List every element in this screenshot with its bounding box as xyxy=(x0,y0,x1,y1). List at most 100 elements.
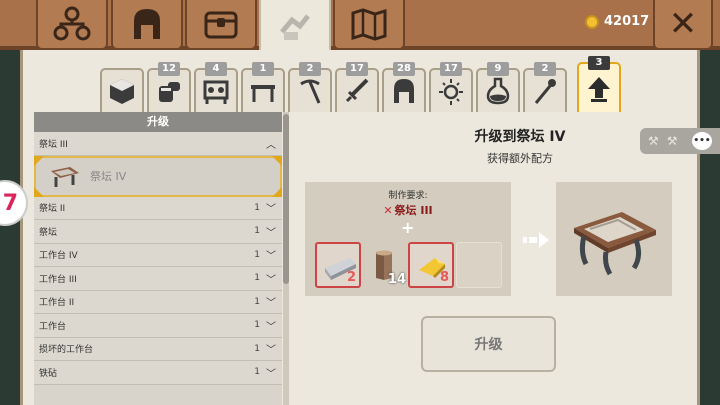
list-subitem-selected[interactable]: 祭坛 IV xyxy=(34,155,282,197)
chat-icon[interactable]: ••• xyxy=(692,132,712,150)
list-item-count: 1 xyxy=(254,343,260,354)
hammer-icon: ⚒ xyxy=(666,134,678,148)
workbench-icon xyxy=(203,80,229,104)
category-tab-tools[interactable]: 2 xyxy=(288,62,332,112)
requirements-box: 制作要求: ✕ 祭坛 III + 2 14 8 xyxy=(305,182,511,296)
plus-icon: + xyxy=(401,218,415,237)
list-item[interactable]: 祭坛 II 1 ﹀ xyxy=(34,196,282,220)
list-item[interactable]: 工作台 II 1 ﹀ xyxy=(34,290,282,314)
list-item[interactable]: 损坏的工作台 1 ﹀ xyxy=(34,337,282,361)
list-item-label: 祭坛 II xyxy=(39,204,66,215)
material-qty: 8 xyxy=(439,270,449,285)
helmet-icon xyxy=(394,79,414,103)
list-item-count: 1 xyxy=(254,367,260,378)
list-subitem-label: 祭坛 IV xyxy=(90,170,127,183)
category-badge: 1 xyxy=(252,62,274,76)
list-item-label: 工作台 xyxy=(39,321,67,332)
category-badge: 17 xyxy=(346,62,368,76)
crafting-icon xyxy=(280,14,310,40)
chest-icon xyxy=(204,11,238,39)
requirement-item: ✕ 祭坛 III xyxy=(305,202,511,218)
material-qty: 2 xyxy=(346,270,356,285)
category-tab-stations[interactable]: 4 xyxy=(194,62,238,112)
category-badge: 2 xyxy=(299,62,321,76)
arrow-right-icon xyxy=(523,232,549,248)
list-header: 升级 xyxy=(34,112,282,132)
requirement-item-label: 祭坛 III xyxy=(394,204,433,217)
category-badge: 12 xyxy=(158,62,180,76)
list-item-count: 1 xyxy=(254,296,260,307)
material-slot-wood-log[interactable]: 14 xyxy=(363,242,409,288)
list-item[interactable]: 祭坛 1 ﹀ xyxy=(34,220,282,244)
list-item-count: 1 xyxy=(254,249,260,260)
family-tree-icon xyxy=(53,6,91,41)
stone-icon xyxy=(159,82,180,102)
table-icon xyxy=(251,85,275,102)
category-tab-potions[interactable]: 9 xyxy=(476,62,520,112)
corner-marker-icon xyxy=(272,155,282,166)
category-tab-blocks[interactable] xyxy=(100,68,144,112)
list-item[interactable]: 工作台 IV 1 ﹀ xyxy=(34,243,282,267)
chevron-down-icon: ﹀ xyxy=(266,251,276,263)
list-item[interactable]: 工作台 III 1 ﹀ xyxy=(34,267,282,291)
category-tab-magic[interactable]: 17 xyxy=(429,62,473,112)
material-slot-empty xyxy=(456,242,502,288)
corner-marker-icon xyxy=(272,186,282,197)
chevron-down-icon: ﹀ xyxy=(266,204,276,216)
altar-iv-icon xyxy=(574,212,656,276)
list-item-count: 1 xyxy=(254,202,260,213)
chevron-down-icon: ﹀ xyxy=(266,368,276,380)
close-button[interactable]: ✕ xyxy=(653,0,713,50)
category-tab-furniture[interactable]: 1 xyxy=(241,62,285,112)
tab-family-tree[interactable] xyxy=(36,0,108,50)
list-item-label: 祭坛 III xyxy=(39,139,68,150)
missing-x-icon: ✕ xyxy=(383,204,393,217)
map-icon xyxy=(351,8,387,41)
tab-chest[interactable] xyxy=(185,0,257,50)
tools-icon: ⚒ xyxy=(648,134,659,148)
material-slot-gold-nugget[interactable]: 8 xyxy=(408,242,454,288)
chevron-down-icon: ﹀ xyxy=(266,298,276,310)
category-tab-materials[interactable]: 12 xyxy=(147,62,191,112)
list-item-label: 祭坛 xyxy=(39,227,58,238)
helmet-icon xyxy=(134,9,160,39)
upgrade-arrow-icon xyxy=(588,77,610,102)
category-badge: 17 xyxy=(440,62,462,76)
corner-marker-icon xyxy=(34,186,44,197)
list-item-count: 1 xyxy=(254,273,260,284)
category-badge: 2 xyxy=(534,62,556,76)
list-item-count: 1 xyxy=(254,226,260,237)
tab-crafting[interactable] xyxy=(259,0,331,56)
list-item-count: 1 xyxy=(254,320,260,331)
chevron-down-icon: ﹀ xyxy=(266,345,276,357)
tab-map[interactable] xyxy=(333,0,405,50)
corner-marker-icon xyxy=(34,155,44,166)
sword-icon xyxy=(345,78,369,103)
list-item[interactable]: 工作台 1 ﹀ xyxy=(34,314,282,338)
category-badge: 3 xyxy=(588,56,610,70)
category-tab-armor[interactable]: 28 xyxy=(382,62,426,112)
list-item-label: 铁砧 xyxy=(39,368,58,379)
scrollbar-thumb[interactable] xyxy=(283,114,289,284)
list-item-label: 工作台 II xyxy=(39,298,75,309)
material-qty: 14 xyxy=(387,272,406,287)
altar-thumbnail-icon xyxy=(51,167,79,187)
category-tab-staffs[interactable]: 2 xyxy=(523,62,567,112)
list-item-label: 工作台 III xyxy=(39,274,77,285)
category-tab-upgrade[interactable]: 3 xyxy=(577,56,621,112)
tab-helmet[interactable] xyxy=(111,0,183,50)
material-slot-silver-bar[interactable]: 2 xyxy=(315,242,361,288)
list-scrollbar[interactable] xyxy=(283,112,289,405)
result-preview-box xyxy=(556,182,672,296)
list-item-expanded[interactable]: 祭坛 III ︿ xyxy=(34,132,282,156)
chevron-down-icon: ﹀ xyxy=(266,321,276,333)
coin-amount: 42017 xyxy=(604,14,650,29)
category-tab-weapons[interactable]: 17 xyxy=(335,62,379,112)
category-badge: 28 xyxy=(393,62,415,76)
upgrade-button[interactable]: 升级 xyxy=(421,316,556,372)
chevron-up-icon: ︿ xyxy=(266,139,276,151)
potion-icon xyxy=(486,77,510,105)
list-item-label: 损坏的工作台 xyxy=(39,345,94,356)
coin-icon xyxy=(585,14,599,29)
list-item[interactable]: 铁砧 1 ﹀ xyxy=(34,361,282,385)
